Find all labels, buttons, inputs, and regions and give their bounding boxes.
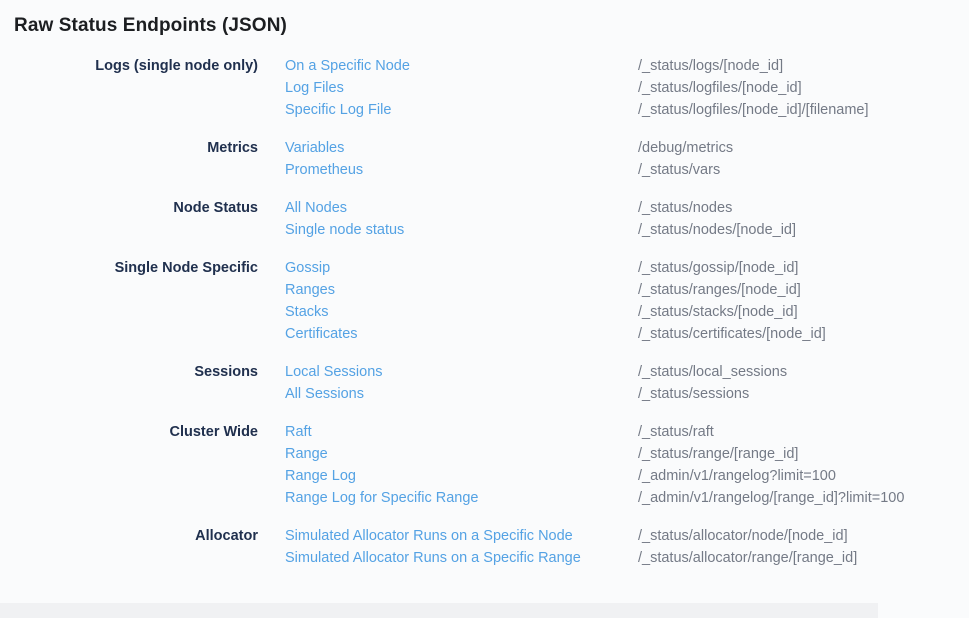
endpoint-row: Single node status /_status/nodes/[node_…	[258, 219, 969, 241]
endpoint-path: /_status/logfiles/[node_id]	[638, 77, 802, 99]
endpoint-group: Single Node Specific Gossip /_status/gos…	[0, 257, 969, 345]
endpoint-link[interactable]: Raft	[258, 421, 638, 443]
endpoint-link[interactable]: All Nodes	[258, 197, 638, 219]
endpoint-category-label: Metrics	[14, 137, 258, 159]
endpoint-link[interactable]: Certificates	[258, 323, 638, 345]
endpoint-link[interactable]: Specific Log File	[258, 99, 638, 121]
endpoint-row: All Sessions /_status/sessions	[258, 383, 969, 405]
endpoint-row: Raft /_status/raft	[258, 421, 969, 443]
endpoint-rows: Variables /debug/metrics Prometheus /_st…	[258, 137, 969, 181]
endpoint-link[interactable]: Range	[258, 443, 638, 465]
endpoint-link[interactable]: Prometheus	[258, 159, 638, 181]
endpoint-path: /_status/nodes	[638, 197, 732, 219]
endpoint-path: /_status/allocator/node/[node_id]	[638, 525, 848, 547]
endpoint-path: /_status/range/[range_id]	[638, 443, 798, 465]
endpoint-link[interactable]: Log Files	[258, 77, 638, 99]
endpoint-row: All Nodes /_status/nodes	[258, 197, 969, 219]
endpoint-rows: All Nodes /_status/nodes Single node sta…	[258, 197, 969, 241]
endpoint-path: /_status/certificates/[node_id]	[638, 323, 826, 345]
endpoint-path: /_status/vars	[638, 159, 720, 181]
endpoint-path: /_status/logs/[node_id]	[638, 55, 783, 77]
endpoint-category-label: Single Node Specific	[14, 257, 258, 279]
endpoint-path: /_status/local_sessions	[638, 361, 787, 383]
endpoint-link[interactable]: On a Specific Node	[258, 55, 638, 77]
endpoint-link[interactable]: Simulated Allocator Runs on a Specific R…	[258, 547, 638, 569]
endpoint-rows: Local Sessions /_status/local_sessions A…	[258, 361, 969, 405]
endpoint-row: Simulated Allocator Runs on a Specific R…	[258, 547, 969, 569]
endpoint-row: Local Sessions /_status/local_sessions	[258, 361, 969, 383]
endpoint-path: /_status/raft	[638, 421, 714, 443]
endpoint-path: /_admin/v1/rangelog?limit=100	[638, 465, 836, 487]
endpoint-row: On a Specific Node /_status/logs/[node_i…	[258, 55, 969, 77]
endpoint-link[interactable]: Single node status	[258, 219, 638, 241]
endpoint-rows: On a Specific Node /_status/logs/[node_i…	[258, 55, 969, 121]
endpoint-path: /_status/ranges/[node_id]	[638, 279, 801, 301]
endpoint-row: Prometheus /_status/vars	[258, 159, 969, 181]
endpoint-row: Range /_status/range/[range_id]	[258, 443, 969, 465]
endpoint-row: Specific Log File /_status/logfiles/[nod…	[258, 99, 969, 121]
endpoint-group: Allocator Simulated Allocator Runs on a …	[0, 525, 969, 569]
endpoint-link[interactable]: All Sessions	[258, 383, 638, 405]
endpoint-group: Cluster Wide Raft /_status/raft Range /_…	[0, 421, 969, 509]
footer-strip	[0, 603, 878, 618]
endpoint-link[interactable]: Simulated Allocator Runs on a Specific N…	[258, 525, 638, 547]
endpoint-link[interactable]: Local Sessions	[258, 361, 638, 383]
endpoint-row: Ranges /_status/ranges/[node_id]	[258, 279, 969, 301]
endpoint-path: /_status/nodes/[node_id]	[638, 219, 796, 241]
endpoint-link[interactable]: Range Log for Specific Range	[258, 487, 638, 509]
endpoint-row: Simulated Allocator Runs on a Specific N…	[258, 525, 969, 547]
endpoint-row: Stacks /_status/stacks/[node_id]	[258, 301, 969, 323]
page-title: Raw Status Endpoints (JSON)	[14, 15, 969, 37]
endpoint-row: Variables /debug/metrics	[258, 137, 969, 159]
endpoint-path: /_status/stacks/[node_id]	[638, 301, 798, 323]
endpoint-row: Range Log /_admin/v1/rangelog?limit=100	[258, 465, 969, 487]
endpoint-rows: Gossip /_status/gossip/[node_id] Ranges …	[258, 257, 969, 345]
endpoint-category-label: Cluster Wide	[14, 421, 258, 443]
endpoint-row: Range Log for Specific Range /_admin/v1/…	[258, 487, 969, 509]
endpoint-row: Log Files /_status/logfiles/[node_id]	[258, 77, 969, 99]
endpoint-group: Node Status All Nodes /_status/nodes Sin…	[0, 197, 969, 241]
endpoints-table: Logs (single node only) On a Specific No…	[0, 55, 969, 569]
endpoint-path: /_admin/v1/rangelog/[range_id]?limit=100	[638, 487, 904, 509]
endpoint-path: /_status/allocator/range/[range_id]	[638, 547, 857, 569]
endpoint-path: /_status/sessions	[638, 383, 749, 405]
endpoint-link[interactable]: Range Log	[258, 465, 638, 487]
endpoint-group: Logs (single node only) On a Specific No…	[0, 55, 969, 121]
endpoint-path: /debug/metrics	[638, 137, 733, 159]
endpoint-group: Metrics Variables /debug/metrics Prometh…	[0, 137, 969, 181]
endpoint-link[interactable]: Ranges	[258, 279, 638, 301]
endpoint-group: Sessions Local Sessions /_status/local_s…	[0, 361, 969, 405]
endpoint-rows: Raft /_status/raft Range /_status/range/…	[258, 421, 969, 509]
endpoint-link[interactable]: Gossip	[258, 257, 638, 279]
endpoint-row: Gossip /_status/gossip/[node_id]	[258, 257, 969, 279]
endpoint-path: /_status/logfiles/[node_id]/[filename]	[638, 99, 869, 121]
endpoint-category-label: Logs (single node only)	[14, 55, 258, 77]
endpoint-link[interactable]: Stacks	[258, 301, 638, 323]
endpoint-category-label: Node Status	[14, 197, 258, 219]
endpoint-category-label: Sessions	[14, 361, 258, 383]
endpoint-link[interactable]: Variables	[258, 137, 638, 159]
endpoint-category-label: Allocator	[14, 525, 258, 547]
endpoint-rows: Simulated Allocator Runs on a Specific N…	[258, 525, 969, 569]
endpoint-path: /_status/gossip/[node_id]	[638, 257, 798, 279]
endpoint-row: Certificates /_status/certificates/[node…	[258, 323, 969, 345]
